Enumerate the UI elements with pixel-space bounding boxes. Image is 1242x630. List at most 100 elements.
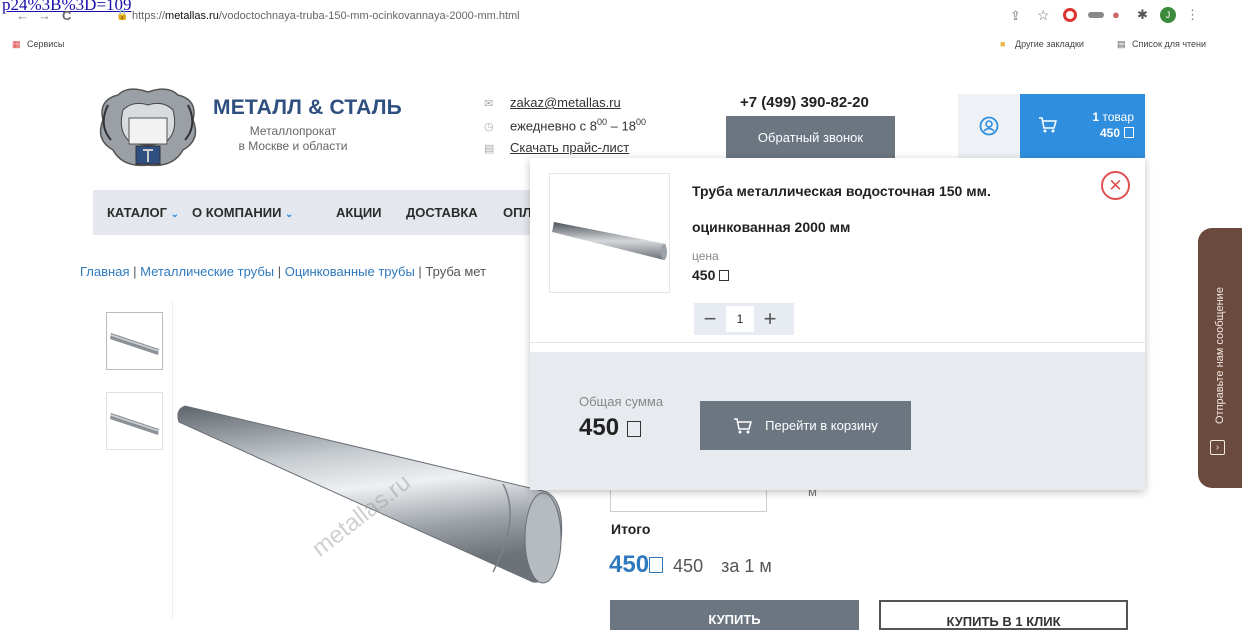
star-icon[interactable]: ☆ [1037,7,1050,24]
ruble-icon [1124,127,1134,138]
thumbnail-1[interactable] [106,312,163,370]
breadcrumb-sep: | [274,264,285,279]
email-link[interactable]: zakaz@metallas.ru [510,95,621,110]
price-list-row: ▤ Скачать прайс-лист [484,140,629,155]
plus-button[interactable]: + [754,303,786,335]
apps-grid-icon[interactable]: ▦ [12,39,21,57]
breadcrumb-galvanized-pipes[interactable]: Оцинкованные трубы [285,264,415,279]
go-to-cart-button[interactable]: Перейти в корзину [700,401,911,450]
nav-catalog[interactable]: КАТАЛОГ ⌄ [107,205,179,220]
message-icon: › [1210,440,1225,455]
bookmark-other[interactable]: Другие закладки [1015,39,1084,57]
callback-button[interactable]: Обратный звонок [726,116,895,158]
breadcrumb-current: Труба мет [425,264,487,279]
total-price-row: 450 450 за 1 м [609,551,772,579]
nav-delivery[interactable]: ДОСТАВКА [406,205,478,220]
hours-row: ◷ ежедневно с 800 – 1800 [484,117,646,133]
cart-button[interactable]: 1 товар 450 [1020,94,1145,158]
address-bar[interactable]: https://metallas.ru/vodoctochnaya-truba-… [132,10,520,22]
brand-subtitle-2: в Москве и области [238,139,348,153]
popup-product-image[interactable] [549,173,670,293]
email-row: ✉ zakaz@metallas.ru [484,95,621,110]
total-label: Итого [611,521,651,537]
breadcrumb-sep: | [414,264,426,279]
profile-avatar[interactable]: J [1160,7,1176,23]
buy-button-label: КУПИТЬ [708,612,761,627]
nav-about[interactable]: О КОМПАНИИ ⌄ [192,205,293,220]
thumbnail-2[interactable] [106,392,163,450]
brand-subtitle-1: Металлопрокат [249,124,337,138]
hours-prefix: ежедневно с 8 [510,118,597,134]
buy-button[interactable]: КУПИТЬ [610,600,859,630]
cart-count: 1 [1092,110,1100,124]
cart-total: 450 [1099,126,1120,140]
bookmark-apps[interactable]: Сервисы [27,39,64,57]
phone-number[interactable]: +7 (499) 390-82-20 [740,94,869,111]
share-icon[interactable]: ⇪ [1010,8,1021,24]
folder-icon: ■ [1000,39,1006,49]
popup-price-value: 450 [692,267,716,283]
chevron-down-icon: ⌄ [285,209,294,220]
buy-one-click-label: КУПИТЬ В 1 КЛИК [946,614,1061,629]
lock-icon: 🔒 [116,10,129,21]
clock-icon: ◷ [484,121,494,134]
hours-mid: – 18 [607,118,636,134]
popup-sum: 450 [579,414,642,442]
total-price: 450 [609,551,650,578]
cart-word: товар [1102,110,1134,124]
breadcrumb-metal-pipes[interactable]: Металлические трубы [140,264,274,279]
user-icon [979,116,999,136]
cart-icon [1039,117,1057,133]
menu-dots-icon[interactable]: ⋮ [1186,7,1199,23]
url-path: /vodoctochnaya-truba-150-mm-ocinkovannay… [218,10,520,22]
forward-icon[interactable]: → [38,8,51,23]
extension-gray-icon[interactable] [1088,12,1104,18]
reload-icon[interactable]: C [62,8,71,23]
profile-letter: J [1165,10,1171,20]
extension-figure-icon[interactable]: ● [1112,7,1120,22]
puzzle-icon[interactable]: ✱ [1137,7,1148,23]
price-per-unit: 450 [673,556,704,576]
document-icon: ▤ [484,143,495,155]
reading-list-icon: ▤ [1117,39,1126,49]
chevron-down-icon: ⌄ [170,209,179,220]
minus-button[interactable]: − [694,303,726,335]
cart-total-label: 450 [1074,126,1134,140]
send-message-tab[interactable]: Отправьте нам сообщение › [1198,228,1242,488]
extension-red-icon[interactable] [1063,8,1077,22]
close-icon[interactable]: ✕ [1101,171,1130,200]
price-list-link[interactable]: Скачать прайс-лист [510,140,629,155]
breadcrumb-sep: | [129,264,141,279]
nav-payment[interactable]: ОПЛ [503,205,532,220]
account-button[interactable] [958,94,1020,158]
hours-sup-end: 00 [635,117,646,127]
ruble-icon [627,421,642,437]
hours-sup-start: 00 [597,117,608,127]
product-image[interactable]: metallas.ru [172,302,566,618]
nav-promotions[interactable]: АКЦИИ [336,205,382,220]
popup-sum-label: Общая сумма [579,394,664,409]
buy-one-click-button[interactable]: КУПИТЬ В 1 КЛИК [879,600,1128,630]
back-icon[interactable]: ← [16,8,29,23]
ruble-icon [649,557,664,573]
popup-divider [530,342,1145,343]
cart-count-label: 1 товар [1074,110,1134,124]
popup-price: 450 [692,267,730,283]
cart-icon [734,417,753,433]
quantity-stepper: − 1 + [694,303,794,335]
popup-product-title-1[interactable]: Труба металлическая водосточная 150 мм. [692,183,991,199]
go-to-cart-label: Перейти в корзину [765,418,878,433]
brand-name[interactable]: МЕТАЛЛ & СТАЛЬ [213,96,402,120]
envelope-icon: ✉ [484,98,494,110]
nav-about-label: О КОМПАНИИ [192,205,282,220]
breadcrumb: Главная | Металлические трубы | Оцинкова… [80,264,486,279]
site-logo[interactable] [93,80,203,172]
quantity-value[interactable]: 1 [726,306,754,332]
breadcrumb-home[interactable]: Главная [80,264,129,279]
popup-product-title-2[interactable]: оцинкованная 2000 мм [692,219,850,235]
url-prefix: https:// [132,10,166,22]
bookmark-reading-list[interactable]: Список для чтени [1132,39,1206,57]
popup-sum-value: 450 [579,414,620,441]
send-message-label: Отправьте нам сообщение [1214,287,1226,424]
url-domain: metallas.ru [165,10,219,22]
